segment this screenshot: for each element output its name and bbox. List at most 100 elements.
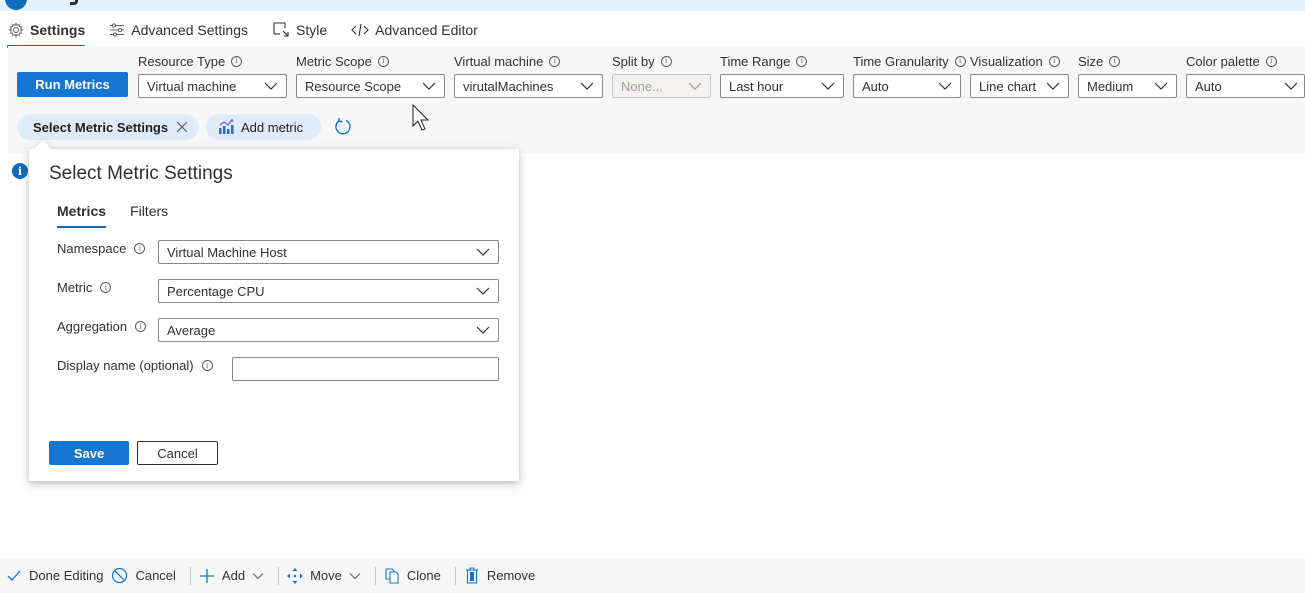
- display-name-input[interactable]: [232, 357, 499, 381]
- divider: [374, 566, 376, 585]
- dropdown-value: Line chart: [979, 78, 1037, 94]
- button-label: Remove: [486, 568, 536, 583]
- sliders-icon: [110, 23, 125, 37]
- field-label: Virtual machine: [454, 53, 544, 69]
- tab-filters[interactable]: Filters: [130, 203, 168, 228]
- aggregation-dropdown[interactable]: Average: [158, 318, 499, 342]
- info-icon[interactable]: i: [100, 282, 112, 293]
- metric-scope-field: Metric Scope i Resource Scope: [296, 53, 445, 98]
- select-metric-settings-callout: Select Metric Settings Metrics Filters N…: [29, 149, 519, 481]
- chevron-down-icon: [422, 82, 436, 90]
- info-icon[interactable]: i: [549, 55, 561, 67]
- info-icon[interactable]: i: [12, 163, 28, 179]
- tab-advanced-editor[interactable]: Advanced Editor: [351, 14, 478, 46]
- field-label: Split by: [612, 53, 655, 69]
- chevron-down-icon: [1046, 82, 1060, 90]
- chevron-down-icon: [938, 82, 952, 90]
- tab-label: Advanced Editor: [375, 22, 478, 38]
- tab-style[interactable]: Style: [272, 14, 327, 46]
- gear-icon: [8, 22, 24, 38]
- dropdown-value: Resource Scope: [305, 78, 402, 94]
- info-icon[interactable]: i: [201, 360, 213, 371]
- save-button[interactable]: Save: [49, 441, 129, 465]
- clone-icon: [385, 568, 399, 584]
- button-label: Clone: [406, 568, 441, 583]
- clone-button[interactable]: Clone: [384, 567, 449, 584]
- info-icon[interactable]: i: [954, 55, 966, 67]
- button-label: Move: [310, 568, 342, 583]
- checkmark-icon: [7, 570, 21, 581]
- cancel-button[interactable]: Cancel: [137, 441, 218, 465]
- pill-label: Add metric: [241, 119, 304, 135]
- divider: [189, 566, 191, 585]
- add-metric-button[interactable]: Add metric: [206, 114, 321, 140]
- tab-advanced-settings[interactable]: Advanced Settings: [109, 14, 248, 46]
- info-icon[interactable]: i: [135, 321, 147, 332]
- namespace-dropdown[interactable]: Virtual Machine Host: [158, 240, 499, 264]
- info-icon[interactable]: i: [796, 55, 808, 67]
- code-icon: [351, 23, 369, 37]
- info-icon[interactable]: i: [134, 243, 146, 254]
- field-label: Color palette: [1186, 53, 1260, 69]
- refresh-icon[interactable]: [333, 117, 353, 137]
- chevron-down-icon: [252, 572, 264, 579]
- done-editing-button[interactable]: Done Editing: [6, 568, 111, 584]
- time-range-dropdown[interactable]: Last hour: [720, 74, 844, 98]
- info-icon[interactable]: i: [1265, 55, 1277, 67]
- info-icon[interactable]: i: [1048, 55, 1060, 67]
- header-icon: [5, 0, 27, 10]
- visualization-dropdown[interactable]: Line chart: [970, 74, 1069, 98]
- time-range-field: Time Range i Last hour: [720, 53, 844, 98]
- info-icon[interactable]: i: [377, 55, 389, 67]
- remove-button[interactable]: Remove: [464, 567, 543, 584]
- color-palette-dropdown[interactable]: Auto: [1186, 74, 1305, 98]
- resource-type-dropdown[interactable]: Virtual machine: [138, 74, 287, 98]
- trash-icon: [465, 567, 478, 584]
- divider: [454, 566, 456, 585]
- move-button[interactable]: Move: [287, 567, 369, 584]
- edit-command-bar: Done Editing Cancel Add Move Clone Remov…: [0, 558, 1305, 593]
- info-icon[interactable]: i: [231, 55, 243, 67]
- dropdown-value: virutalMachines: [463, 78, 554, 94]
- virtual-machine-dropdown[interactable]: virutalMachines: [454, 74, 603, 98]
- dropdown-value: Virtual machine: [147, 78, 237, 94]
- cancel-editing-button[interactable]: Cancel: [111, 567, 183, 584]
- chevron-down-icon: [264, 82, 278, 90]
- editor-tabs: Settings Advanced Settings Style Advance…: [0, 14, 502, 48]
- select-metric-settings-pill[interactable]: Select Metric Settings: [17, 114, 199, 140]
- info-icon[interactable]: i: [1109, 55, 1121, 67]
- chevron-down-icon: [580, 82, 594, 90]
- field-label: Time Range: [720, 53, 791, 69]
- field-label: Size: [1078, 53, 1104, 69]
- virtual-machine-field: Virtual machine i virutalMachines: [454, 53, 603, 98]
- info-icon[interactable]: i: [660, 55, 672, 67]
- close-icon[interactable]: [175, 120, 189, 134]
- style-icon: [273, 22, 289, 37]
- aggregation-row: Aggregation i: [57, 319, 147, 334]
- split-by-dropdown: None...: [612, 74, 711, 98]
- namespace-label: Namespace: [57, 241, 127, 256]
- tab-metrics[interactable]: Metrics: [57, 203, 107, 228]
- dropdown-value: Virtual Machine Host: [167, 244, 287, 260]
- time-granularity-dropdown[interactable]: Auto: [853, 74, 961, 98]
- tab-label: Style: [295, 22, 328, 38]
- chevron-down-icon: [476, 326, 490, 334]
- callout-title: Select Metric Settings: [49, 163, 233, 184]
- chevron-down-icon: [688, 82, 702, 90]
- size-field: Size i Medium: [1078, 53, 1177, 98]
- add-metric-chart-icon: [219, 119, 234, 134]
- size-dropdown[interactable]: Medium: [1078, 74, 1177, 98]
- metric-label: Metric: [57, 280, 93, 295]
- run-metrics-button[interactable]: Run Metrics: [17, 72, 128, 97]
- tab-settings[interactable]: Settings: [6, 14, 86, 48]
- mouse-cursor-icon: [412, 104, 430, 131]
- metric-dropdown[interactable]: Percentage CPU: [158, 279, 499, 303]
- split-by-field: Split by i None...: [612, 53, 711, 98]
- add-button[interactable]: Add: [199, 568, 272, 584]
- metric-scope-dropdown[interactable]: Resource Scope: [296, 74, 445, 98]
- metric-row: Metric i: [57, 280, 112, 295]
- aggregation-label: Aggregation: [57, 319, 128, 334]
- chevron-down-icon: [1154, 82, 1168, 90]
- dropdown-value: Last hour: [729, 78, 784, 94]
- field-label: Time Granularity: [853, 53, 949, 69]
